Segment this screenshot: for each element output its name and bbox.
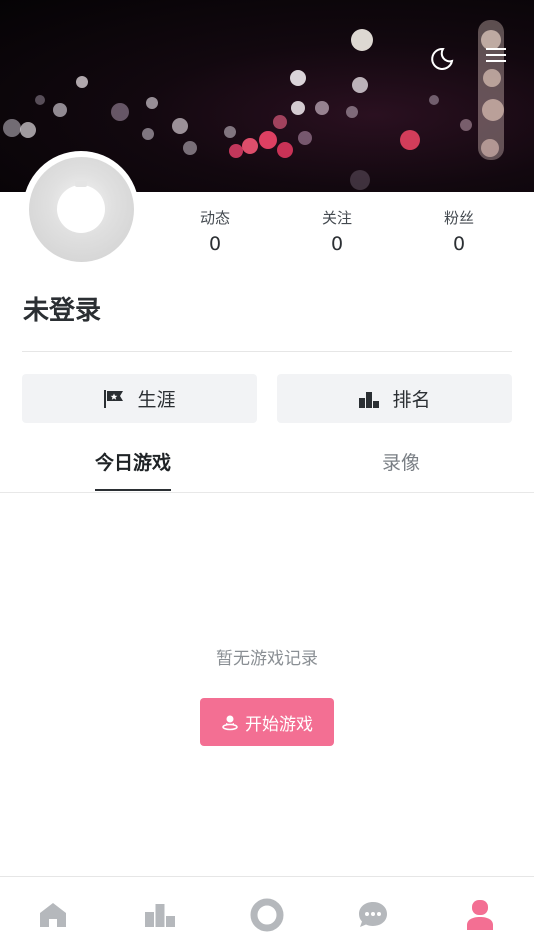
user-pin-icon: [222, 715, 238, 731]
default-avatar-icon: [28, 156, 134, 262]
stat-label: 关注: [321, 209, 352, 227]
start-game-label: 开始游戏: [245, 714, 313, 735]
profile-icon: [467, 900, 493, 930]
stat-label: 动态: [199, 209, 230, 227]
circle-icon: [250, 898, 284, 932]
stat-label: 粉丝: [443, 209, 474, 227]
theme-toggle-button[interactable]: [429, 46, 459, 76]
tab-today-games[interactable]: 今日游戏: [78, 436, 188, 492]
podium-icon: [359, 391, 380, 408]
moon-icon: [431, 47, 454, 70]
menu-button[interactable]: [485, 46, 515, 76]
empty-state-text: 暂无游戏记录: [216, 649, 318, 669]
bottom-navigation: [0, 876, 534, 950]
menu-icon: [486, 48, 506, 62]
content-tabs: 今日游戏 录像: [0, 436, 534, 493]
stat-value: 0: [208, 233, 222, 255]
career-button[interactable]: 生涯: [22, 374, 257, 423]
home-icon: [40, 903, 66, 927]
chat-icon: [359, 902, 387, 927]
stat-value: 0: [452, 233, 466, 255]
nav-home[interactable]: [35, 897, 71, 933]
nav-profile[interactable]: [462, 897, 498, 933]
stat-followers[interactable]: 粉丝 0: [419, 207, 499, 259]
stat-posts[interactable]: 动态 0: [175, 207, 255, 259]
active-tab-indicator: [95, 489, 171, 491]
start-game-button[interactable]: 开始游戏: [200, 698, 334, 746]
flag-icon: [104, 389, 124, 408]
rank-button[interactable]: 排名: [277, 374, 512, 423]
avatar[interactable]: [23, 151, 139, 267]
leaderboard-icon: [145, 904, 175, 927]
rank-label: 排名: [392, 389, 431, 411]
nav-leaderboard[interactable]: [142, 897, 178, 933]
profile-stats: 动态 0 关注 0 粉丝 0: [150, 207, 534, 267]
nav-play[interactable]: [249, 897, 285, 933]
stat-value: 0: [330, 233, 344, 255]
tab-recordings[interactable]: 录像: [346, 436, 456, 492]
divider: [22, 351, 512, 352]
username[interactable]: 未登录: [23, 293, 101, 329]
career-label: 生涯: [137, 389, 176, 411]
nav-messages[interactable]: [355, 897, 391, 933]
stat-following[interactable]: 关注 0: [297, 207, 377, 259]
